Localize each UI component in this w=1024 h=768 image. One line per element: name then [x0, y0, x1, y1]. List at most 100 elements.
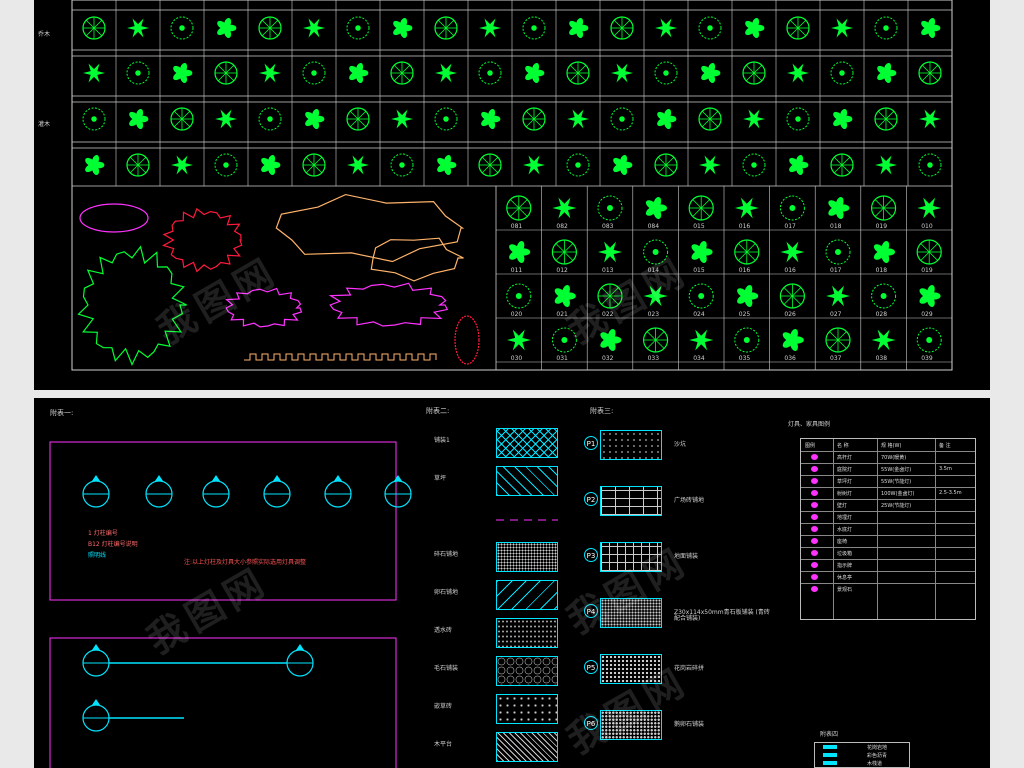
- legend-c-swatch: [600, 486, 662, 516]
- tree-symbol-spoke: [401, 64, 411, 74]
- symbol-label: 031: [556, 355, 568, 362]
- shrub-center: [267, 116, 273, 122]
- palm-symbol: [917, 197, 942, 219]
- legend-b-label: 毛石铺装: [434, 665, 459, 672]
- tree-symbol-spoke: [885, 110, 895, 120]
- palm-symbol: [479, 18, 501, 38]
- section-title-2: 附表二:: [426, 407, 450, 415]
- tree-symbol-spoke: [692, 199, 702, 209]
- tree-symbol-spoke: [269, 19, 279, 29]
- tree-symbol-spoke: [920, 251, 930, 261]
- tree-symbol-spoke: [885, 118, 895, 128]
- tree-symbol-spoke: [93, 19, 103, 29]
- palm-symbol: [689, 329, 714, 351]
- shrub-center: [179, 25, 185, 31]
- palm-symbol: [734, 197, 759, 219]
- tree-symbol-spoke: [833, 164, 843, 174]
- tree-symbol-spoke: [609, 287, 619, 297]
- symbol-label: 016: [738, 223, 751, 230]
- tree-symbol-spoke: [655, 339, 665, 349]
- symbol-label: 018: [830, 223, 842, 230]
- tree-symbol-spoke: [841, 156, 851, 166]
- lamp-symbol-arrow: [273, 475, 281, 481]
- tree-symbol-spoke: [305, 164, 315, 174]
- shrub-center: [883, 25, 889, 31]
- tree-symbol-spoke: [437, 19, 447, 29]
- tree-symbol-spoke: [874, 207, 884, 217]
- lamp-table-cell: 70W(暖黄): [881, 455, 907, 461]
- tree-symbol-spoke: [510, 207, 520, 217]
- lamp-frame-1: [49, 441, 397, 601]
- symbol-label: 018: [875, 267, 888, 274]
- fence-line: [244, 353, 437, 361]
- legend-b-label: 卵石铺地: [434, 589, 459, 596]
- palm-symbol: [347, 155, 369, 175]
- tree-symbol-spoke: [789, 19, 799, 29]
- tree-symbol-spoke: [709, 118, 719, 128]
- small-table-cell: 木栈道: [867, 761, 883, 767]
- lamp-symbol-arrow: [92, 644, 100, 650]
- tree-symbol-spoke: [357, 110, 367, 120]
- symbol-label: 017: [784, 223, 796, 230]
- tree-symbol-spoke: [445, 19, 455, 29]
- tree-symbol-spoke: [137, 156, 147, 166]
- tree-symbol-spoke: [877, 110, 887, 120]
- symbol-label: 083: [602, 223, 614, 230]
- shrub-center: [399, 162, 405, 168]
- lamp-table-cell: 2.5-3.5m: [939, 490, 962, 496]
- pattern-marker: P5: [584, 660, 598, 674]
- lamp-table-cell: 水底灯: [837, 527, 853, 533]
- lamp-icon: [811, 562, 818, 568]
- tree-symbol-spoke: [745, 72, 755, 82]
- legend-b-swatch: [496, 656, 558, 686]
- lamp-table-cell: 庭院灯: [837, 467, 853, 473]
- palm-symbol: [215, 109, 237, 129]
- symbol-label: 014: [647, 267, 660, 274]
- lamp-icon: [811, 514, 818, 520]
- lamp-icon: [811, 502, 818, 508]
- symbol-label: 013: [602, 267, 614, 274]
- symbol-label: 022: [602, 311, 614, 318]
- lamp-table-cell: 壁灯: [837, 503, 848, 509]
- lamp-table-cell: 地埋灯: [837, 515, 853, 521]
- palm-symbol: [598, 241, 622, 263]
- palm-symbol: [780, 241, 805, 263]
- palm-symbol: [435, 63, 457, 83]
- lamp-table-cell: 3.5m: [939, 466, 952, 472]
- lamp-table-cell: 射树灯: [837, 491, 853, 497]
- tree-symbol-spoke: [569, 64, 579, 74]
- tree-symbol-spoke: [692, 207, 702, 217]
- shrub-center: [443, 116, 449, 122]
- lamp-symbol-arrow: [394, 475, 402, 481]
- tree-symbol-spoke: [518, 207, 528, 217]
- shrub-center: [311, 70, 317, 76]
- shrub-center: [835, 249, 841, 255]
- tree-symbol-spoke: [564, 243, 574, 253]
- tree-symbol-spoke: [261, 19, 271, 29]
- tree-symbol-spoke: [621, 27, 631, 37]
- tree-symbol-spoke: [533, 110, 543, 120]
- symbol-label: 030: [510, 355, 523, 362]
- tree-symbol-spoke: [883, 207, 893, 217]
- lamp-table-cell: 55W(金卤灯): [881, 467, 912, 473]
- tree-symbol-spoke: [621, 19, 631, 29]
- symbol-label: 017: [830, 267, 842, 274]
- tree-symbol-spoke: [833, 156, 843, 166]
- section-title-1: 附表一:: [50, 409, 74, 417]
- palm-symbol: [655, 18, 677, 38]
- palm-symbol: [303, 18, 325, 38]
- symbol-label: 037: [830, 355, 842, 362]
- lamp-table-rule: [801, 499, 975, 500]
- lamp-table-cell: 草坪灯: [837, 479, 853, 485]
- legend-a-item-3: 照明线: [88, 552, 107, 559]
- lamp-table-cell: 55W(节能灯): [881, 479, 912, 485]
- palm-symbol: [552, 197, 577, 219]
- legend-c-swatch: [600, 598, 662, 628]
- pattern-marker: P2: [584, 492, 598, 506]
- pattern-marker: P1: [584, 436, 598, 450]
- legend-b-label: 铺装1: [434, 437, 450, 444]
- lamp-icon: [811, 586, 818, 592]
- symbol-label: 084: [647, 223, 660, 230]
- tree-symbol-spoke: [225, 72, 235, 82]
- lamp-table-rule: [801, 475, 975, 476]
